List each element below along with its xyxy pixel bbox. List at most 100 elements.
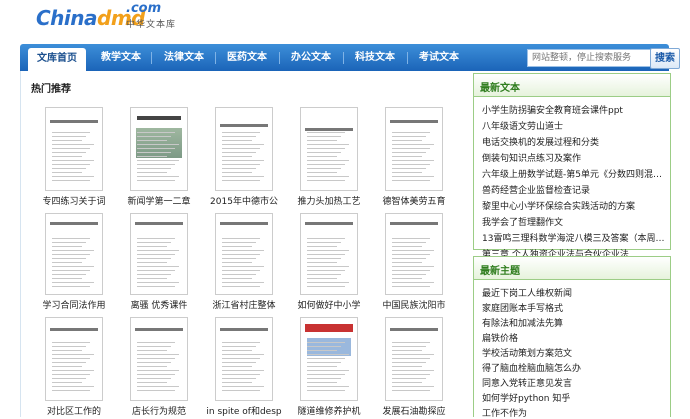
doc-title[interactable]: 隧道维修养护机	[289, 404, 369, 417]
doc-text-line	[52, 374, 90, 375]
doc-text-line	[52, 342, 90, 343]
doc-text-line	[307, 362, 341, 363]
doc-title[interactable]: 中国民族沈阳市	[374, 298, 454, 311]
nav-tab-law[interactable]: 法律文本	[155, 44, 213, 71]
doc-title[interactable]: 推力头加热工艺	[289, 194, 369, 207]
doc-thumbnail[interactable]	[45, 213, 103, 295]
doc-text-line	[307, 180, 345, 181]
doc-text-line	[307, 270, 345, 271]
topic-item[interactable]: 同意入党转正意见发言	[482, 376, 666, 389]
search-button[interactable]: 搜索	[650, 48, 680, 69]
doc-title[interactable]: 德智体美劳五育	[374, 194, 454, 207]
doc-text-line	[222, 172, 252, 173]
nav-tab-tech[interactable]: 科技文本	[346, 44, 404, 71]
doc-title[interactable]: 专四练习关于词	[34, 194, 114, 207]
doc-text-line	[392, 346, 426, 347]
doc-text-line	[307, 390, 345, 391]
doc-title[interactable]: 新闻学第一二章	[119, 194, 199, 207]
doc-text-line	[137, 342, 175, 343]
latest-item[interactable]: 黎里中心小学环保综合实践活动的方案	[482, 199, 666, 212]
topic-item[interactable]: 如何学好python 知乎	[482, 391, 666, 404]
latest-item[interactable]: 倒装句知识点练习及案作	[482, 151, 666, 164]
doc-text-line	[137, 164, 175, 165]
doc-title[interactable]: 2015年中德市公	[204, 194, 284, 207]
topic-item[interactable]: 得了脑血栓脑血脑怎么办	[482, 361, 666, 374]
latest-item[interactable]: 13雷鸣三理科数学海淀八模三及答案（本周末作…	[482, 231, 666, 244]
doc-text-line	[307, 164, 345, 165]
doc-text-line	[307, 254, 345, 255]
doc-text-line	[307, 386, 349, 387]
doc-text-line	[392, 382, 422, 383]
doc-text-line	[52, 254, 90, 255]
doc-text-line	[392, 160, 434, 161]
nav-tab-office[interactable]: 办公文本	[282, 44, 340, 71]
doc-title[interactable]: 如何做好中小学	[289, 298, 369, 311]
doc-heading-line	[50, 222, 98, 225]
doc-text-line	[392, 286, 430, 287]
doc-title[interactable]: 浙江省村庄整体	[204, 298, 284, 311]
topic-item[interactable]: 有除法和加减法先算	[482, 316, 666, 329]
topic-item[interactable]: 工作不作为	[482, 406, 666, 419]
nav-tab-medicine[interactable]: 医药文本	[218, 44, 276, 71]
doc-thumbnail[interactable]	[215, 213, 273, 295]
nav-tab-exam[interactable]: 考试文本	[410, 44, 468, 71]
doc-thumbnail[interactable]	[130, 317, 188, 401]
doc-thumbnail[interactable]	[130, 213, 188, 295]
latest-item[interactable]: 兽药经营企业监督检查记录	[482, 183, 666, 196]
doc-text-line	[137, 278, 167, 279]
doc-title[interactable]: 学习合同法作用	[34, 298, 114, 311]
doc-text-line	[52, 278, 82, 279]
doc-text-line	[52, 140, 82, 141]
doc-text-line	[52, 152, 86, 153]
doc-title[interactable]: in spite of和desp	[204, 404, 284, 417]
doc-thumbnail[interactable]	[300, 107, 358, 191]
doc-text-line	[307, 246, 337, 247]
doc-thumbnail[interactable]	[45, 317, 103, 401]
doc-thumbnail[interactable]	[300, 213, 358, 295]
topic-item[interactable]: 最近下岗工人维权新闻	[482, 286, 666, 299]
doc-heading-line	[220, 328, 268, 331]
doc-text-line	[52, 286, 90, 287]
latest-item[interactable]: 小学生防拐骗安全教育班会课件ppt	[482, 103, 666, 116]
latest-item[interactable]: 六年级上册数学试题-第5单元《分数四则混合运算》…	[482, 167, 666, 180]
doc-thumbnail[interactable]	[385, 107, 443, 191]
topic-item[interactable]: 扁铁价格	[482, 331, 666, 344]
doc-text-line	[392, 390, 430, 391]
doc-text-line	[137, 386, 179, 387]
panel-header: 最新主题	[474, 257, 670, 280]
doc-thumbnail[interactable]	[45, 107, 103, 191]
doc-thumbnail[interactable]	[385, 213, 443, 295]
doc-thumbnail[interactable]	[215, 107, 273, 191]
doc-text-line	[392, 180, 430, 181]
latest-item[interactable]: 八年级语文劳山道士	[482, 119, 666, 132]
doc-thumbnail[interactable]	[385, 317, 443, 401]
nav-separator	[343, 52, 344, 64]
doc-text-line	[222, 358, 260, 359]
doc-title[interactable]: 发展石油勘探应	[374, 404, 454, 417]
doc-text-line	[307, 278, 337, 279]
doc-text-line	[137, 366, 167, 367]
doc-title[interactable]: 离骚 优秀课件	[119, 298, 199, 311]
topic-item[interactable]: 学校活动策划方案范文	[482, 346, 666, 359]
latest-item[interactable]: 电话交换机的发展过程和分类	[482, 135, 666, 148]
doc-thumbnail[interactable]	[215, 317, 273, 401]
nav-tab-home[interactable]: 文库首页	[28, 48, 86, 71]
topic-item[interactable]: 家庭团账本手写格式	[482, 301, 666, 314]
doc-title[interactable]: 店长行为规范	[119, 404, 199, 417]
doc-text-line	[222, 354, 264, 355]
doc-text-line	[307, 172, 337, 173]
doc-thumbnail[interactable]	[130, 107, 188, 191]
logo-domain: .com	[126, 1, 162, 16]
doc-text-line	[137, 378, 171, 379]
search-input[interactable]	[527, 49, 655, 67]
doc-text-line	[392, 254, 430, 255]
doc-thumbnail[interactable]	[300, 317, 358, 401]
nav-tab-teaching[interactable]: 教学文本	[92, 44, 150, 71]
latest-item[interactable]: 我学会了哲理翻作文	[482, 215, 666, 228]
doc-text-line	[307, 176, 349, 177]
doc-title[interactable]: 对比区工作的	[34, 404, 114, 417]
doc-text-line	[307, 250, 349, 251]
main-nav: 文库首页 教学文本 法律文本 医药文本 办公文本 科技文本 考试文本 搜索	[20, 44, 680, 71]
doc-text-line	[307, 378, 341, 379]
doc-text-line	[392, 386, 434, 387]
